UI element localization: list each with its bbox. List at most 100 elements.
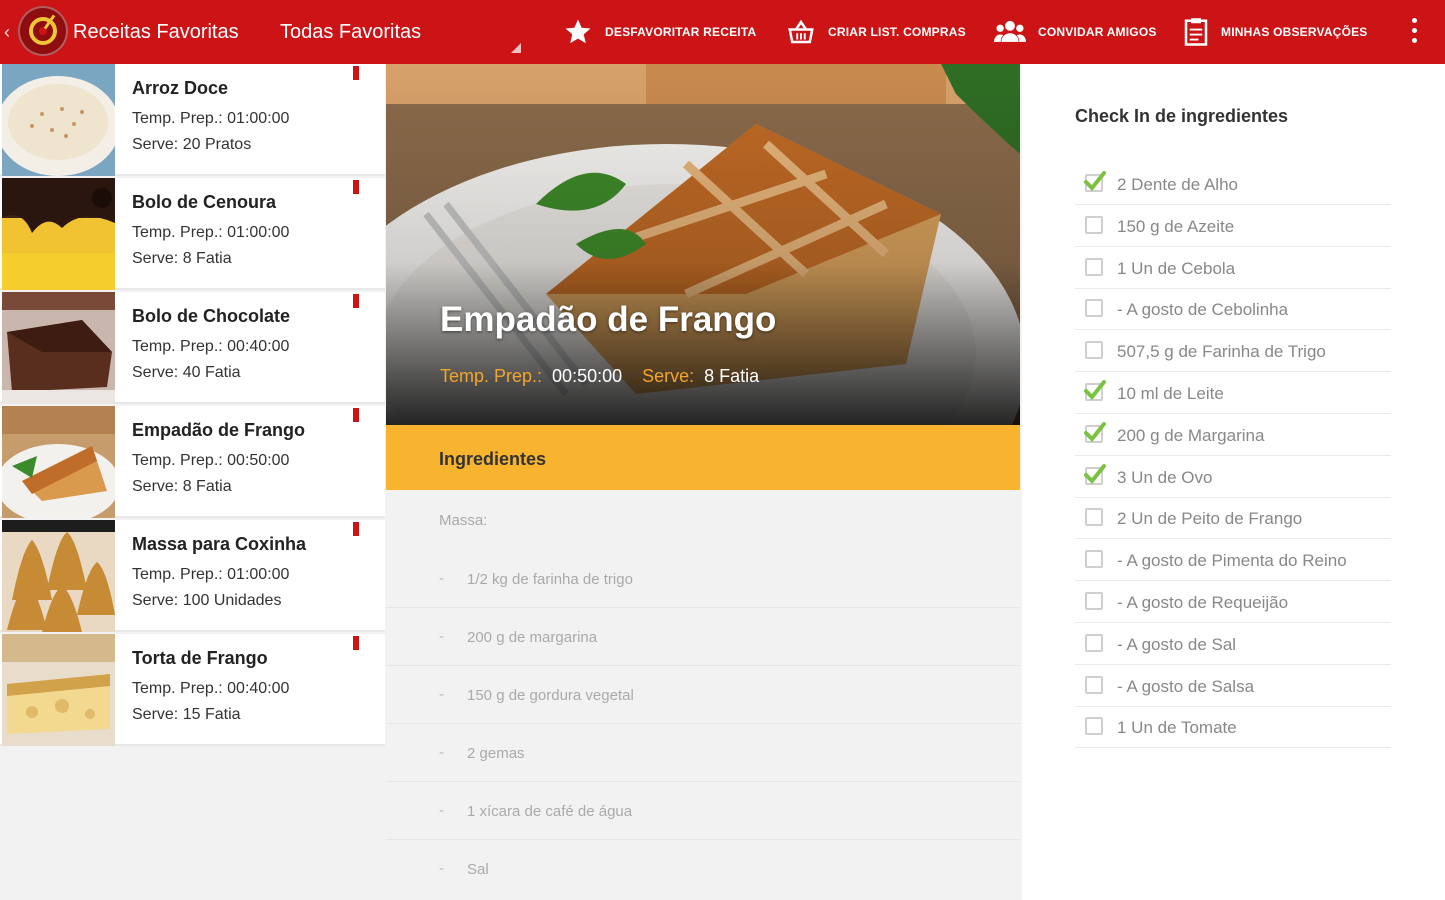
recipe-serve: Serve: 20 Pratos [132, 136, 252, 153]
recipe-serve: Serve: 15 Fatia [132, 706, 241, 723]
recipe-list: Arroz Doce Temp. Prep.: 01:00:00 Serve: … [0, 64, 385, 900]
recipe-list-item[interactable]: Massa para Coxinha Temp. Prep.: 01:00:00… [0, 520, 385, 632]
checkbox[interactable] [1085, 215, 1103, 234]
recipe-serve: Serve: 40 Fatia [132, 364, 241, 381]
recipe-prep: Temp. Prep.: 01:00:00 [132, 110, 290, 127]
spinner-arrow-icon [511, 43, 521, 53]
recipe-hero-image: Empadão de Frango Temp. Prep.: 00:50:00 … [386, 64, 1020, 425]
bolo-de-cenoura-thumbnail [2, 178, 115, 290]
ingredient-checkbox-label: - A gosto de Pimenta do Reino [1117, 551, 1347, 571]
ingredient-checkbox-label: 1 Un de Cebola [1117, 258, 1236, 278]
checkbox[interactable] [1085, 717, 1103, 736]
recipe-name: Arroz Doce [132, 78, 229, 98]
ingredient-checkbox-row[interactable]: 2 Un de Peito de Frango [1075, 497, 1391, 540]
app-logo-icon[interactable] [18, 6, 68, 56]
checkbox[interactable] [1085, 550, 1103, 569]
invite-friends-button[interactable]: CONVIDAR AMIGOS [994, 16, 1157, 48]
ingredient-checkbox-label: - A gosto de Requeijão [1117, 593, 1289, 612]
ingredient-checkbox-label: 507,5 g de Farinha de Trigo [1117, 342, 1326, 362]
ingredients-list: Massa: -1/2 kg de farinha de trigo -200 … [386, 490, 1020, 900]
checkbox[interactable] [1085, 633, 1103, 652]
checkmark-icon [1084, 380, 1106, 400]
bolo-de-chocolate-thumbnail [2, 292, 115, 404]
recipe-list-item[interactable]: Bolo de Cenoura Temp. Prep.: 01:00:00 Se… [0, 178, 385, 290]
ingredient-checkbox-row[interactable]: 200 g de Margarina [1075, 414, 1391, 456]
app-title[interactable]: Receitas Favoritas [73, 21, 239, 44]
ingredients-header: Ingredientes [386, 425, 1020, 490]
recipe-prep: Temp. Prep.: 00:40:00 [132, 338, 290, 355]
checkbox[interactable] [1085, 257, 1103, 276]
ingredient-checkbox-label: - A gosto de Cebolinha [1117, 300, 1289, 320]
checklist-title: Check In de ingredientes [1075, 106, 1289, 126]
invite-friends-label: CONVIDAR AMIGOS [1038, 25, 1157, 39]
ingredient-checkbox-row[interactable]: - A gosto de Sal [1075, 623, 1391, 665]
checkbox[interactable] [1085, 299, 1103, 318]
ingredient-checkbox-label: 1 Un de Tomate [1117, 718, 1237, 738]
checkmark-icon [1084, 171, 1106, 191]
recipe-title: Empadão de Frango [440, 300, 777, 339]
checkbox[interactable] [1085, 675, 1103, 694]
favorite-flag-icon [353, 294, 359, 308]
create-shopping-list-label: CRIAR LIST. COMPRAS [828, 25, 966, 39]
ingredient-checkbox-label: - A gosto de Salsa [1117, 676, 1255, 696]
ingredient-checkbox-row[interactable]: 1 Un de Tomate [1075, 706, 1391, 749]
unfavorite-recipe-button[interactable]: DESFAVORITAR RECEITA [563, 16, 756, 48]
torta-de-frango-thumbnail [2, 634, 115, 746]
ingredient-checkbox-row[interactable]: 507,5 g de Farinha de Trigo [1075, 330, 1391, 373]
ingredient-checkbox-label: 150 g de Azeite [1117, 216, 1235, 236]
ingredient-checkbox-label: 3 Un de Ovo [1117, 467, 1213, 487]
recipe-list-item[interactable]: Arroz Doce Temp. Prep.: 01:00:00 Serve: … [0, 64, 385, 176]
ingredient-checkbox-row[interactable]: 2 Dente de Alho [1075, 163, 1391, 205]
recipe-list-item[interactable]: Torta de Frango Temp. Prep.: 00:40:00 Se… [0, 634, 385, 746]
ingredient-checkbox-row[interactable]: - A gosto de Pimenta do Reino [1075, 539, 1391, 582]
prep-time-label: Temp. Prep.: [440, 366, 543, 386]
arroz-doce-thumbnail [2, 64, 115, 176]
ingredient-row: -150 g de gordura vegetal [386, 666, 1020, 724]
recipe-serve: Serve: 100 Unidades [132, 592, 282, 609]
checkbox[interactable] [1085, 592, 1103, 610]
group-icon [994, 20, 1026, 42]
ingredient-checkbox-row[interactable]: - A gosto de Salsa [1075, 665, 1391, 707]
ingredient-checkbox-label: 2 Un de Peito de Frango [1117, 509, 1303, 529]
ingredient-checkbox-row[interactable]: 1 Un de Cebola [1075, 247, 1391, 289]
notes-icon [1184, 18, 1208, 46]
ingredient-row: -200 g de margarina [386, 608, 1020, 666]
ingredient-checkbox-row[interactable]: - A gosto de Requeijão [1075, 581, 1391, 623]
ingredient-group-label: Massa: [439, 512, 488, 529]
recipe-serve: Serve: 8 Fatia [132, 478, 232, 495]
recipe-name: Massa para Coxinha [132, 534, 307, 554]
spinner-value: Todas Favoritas [280, 21, 422, 43]
ingredient-checkbox-label: 200 g de Margarina [1117, 425, 1265, 445]
recipe-name: Empadão de Frango [132, 420, 306, 440]
favorite-flag-icon [353, 636, 359, 650]
favorites-filter-spinner[interactable]: Todas Favoritas [280, 21, 525, 57]
up-chevron-icon[interactable]: ‹ [4, 22, 10, 43]
overflow-menu-icon[interactable] [1408, 18, 1420, 48]
checkbox[interactable] [1085, 508, 1103, 527]
ingredient-checkbox-row[interactable]: 150 g de Azeite [1075, 205, 1391, 247]
ingredient-checkbox-row[interactable]: - A gosto de Cebolinha [1075, 288, 1391, 331]
ingredient-checkbox-label: 2 Dente de Alho [1117, 175, 1238, 194]
recipe-list-item[interactable]: Bolo de Chocolate Temp. Prep.: 00:40:00 … [0, 292, 385, 404]
create-shopping-list-button[interactable]: CRIAR LIST. COMPRAS [786, 16, 966, 48]
ingredient-text: 200 g de margarina [467, 629, 598, 646]
recipe-meta: Temp. Prep.: 00:50:00 Serve: 8 Fatia [440, 366, 779, 387]
favorite-flag-icon [353, 180, 359, 194]
ingredient-checkbox-label: - A gosto de Sal [1117, 634, 1237, 654]
checkbox[interactable] [1085, 341, 1103, 360]
ingredient-row: -1 xícara de café de água [386, 782, 1020, 840]
prep-time-value: 00:50:00 [552, 366, 623, 386]
recipe-list-item[interactable]: Empadão de Frango Temp. Prep.: 00:50:00 … [0, 406, 385, 518]
ingredient-row: -2 gemas [386, 724, 1020, 782]
favorite-flag-icon [353, 408, 359, 422]
my-notes-label: MINHAS OBSERVAÇÕES [1221, 25, 1368, 39]
favorite-flag-icon [353, 66, 359, 80]
ingredient-text: 1 xícara de café de água [467, 803, 633, 820]
ingredient-row: -1/2 kg de farinha de trigo [386, 550, 1020, 608]
my-notes-button[interactable]: MINHAS OBSERVAÇÕES [1183, 16, 1368, 48]
star-icon [565, 19, 591, 44]
serves-label: Serve: [642, 366, 695, 386]
ingredient-checkbox-row[interactable]: 3 Un de Ovo [1075, 456, 1391, 498]
action-bar: ‹ Receitas Favoritas Todas Favoritas DES… [0, 0, 1445, 64]
ingredient-checkbox-row[interactable]: 10 ml de Leite [1075, 372, 1391, 414]
